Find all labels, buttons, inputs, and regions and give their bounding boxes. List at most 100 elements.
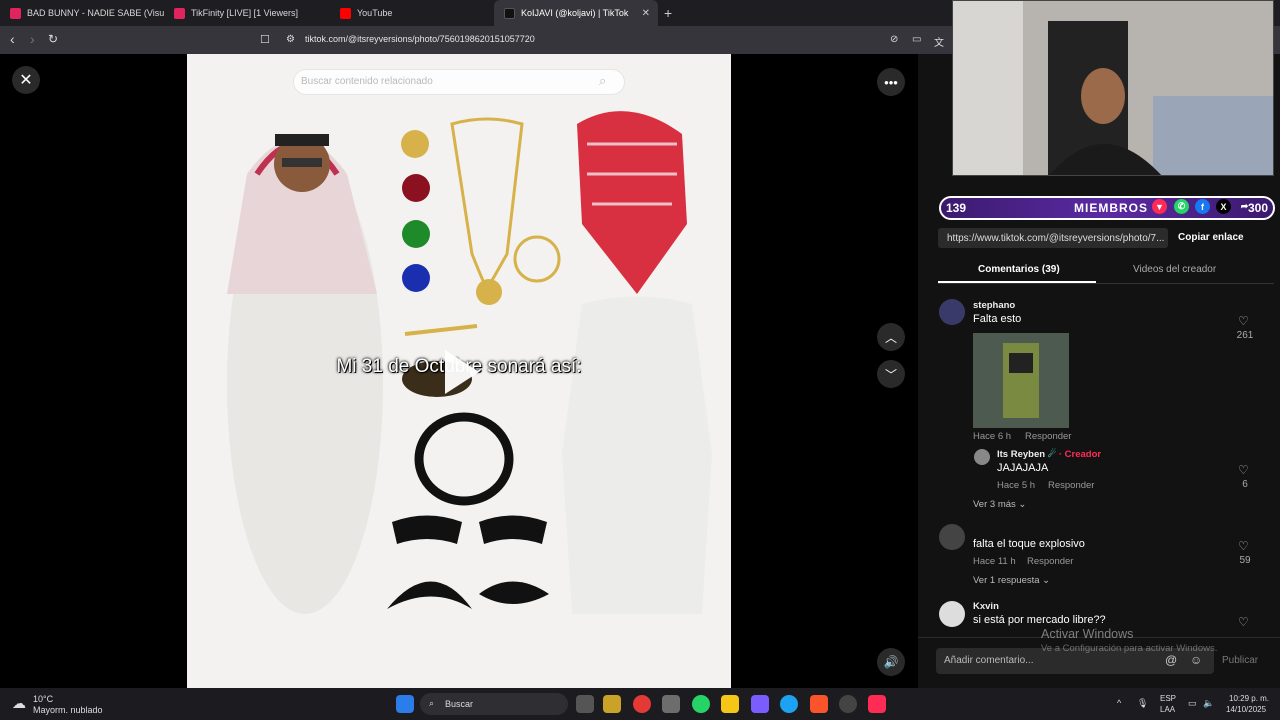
emoji-picker-icon[interactable]: ☺ bbox=[1190, 653, 1202, 667]
url-field[interactable]: tiktok.com/@itsreyversions/photo/7560198… bbox=[305, 34, 535, 44]
photo-post[interactable]: Buscar contenido relacionado ⌕ Mi 31 de … bbox=[187, 54, 731, 688]
webcam-overlay bbox=[952, 0, 1274, 176]
tikfinity-icon bbox=[174, 7, 185, 19]
avatar[interactable] bbox=[939, 299, 965, 325]
forward-icon[interactable]: › bbox=[30, 31, 35, 47]
back-icon[interactable]: ‹ bbox=[10, 31, 15, 47]
taskbar-search-label: Buscar bbox=[445, 699, 474, 709]
new-tab-button[interactable]: + bbox=[664, 5, 672, 21]
heart-icon[interactable]: ♡ bbox=[1238, 539, 1249, 553]
whatsapp-icon[interactable]: ✆ bbox=[1174, 199, 1189, 214]
avatar[interactable] bbox=[974, 449, 990, 465]
comment-time: Hace 11 h bbox=[973, 556, 1016, 567]
reply-button[interactable]: Responder bbox=[1027, 556, 1073, 567]
bookmark-icon[interactable]: ☐ bbox=[260, 33, 270, 46]
weather-desc[interactable]: Mayorm. nublado bbox=[33, 705, 103, 715]
close-icon[interactable]: ✕ bbox=[12, 66, 40, 94]
members-left-count: 139 bbox=[946, 201, 967, 215]
browser-tab-4[interactable]: KoIJAVI (@koljavi) | TikTok ✕ bbox=[494, 0, 658, 26]
tab-title: BAD BUNNY - NADIE SABE (Visualize bbox=[27, 8, 164, 18]
extension-icon[interactable]: ⊘ bbox=[890, 34, 898, 45]
reply-username[interactable]: Its Reyben ☄ · Creador bbox=[997, 449, 1101, 460]
like-count: 261 bbox=[1236, 330, 1254, 341]
view-more-label: Ver 3 más bbox=[973, 499, 1016, 510]
chevron-up-icon[interactable]: ^ bbox=[1117, 698, 1121, 708]
emoji-icon: ☄ bbox=[1047, 449, 1057, 460]
reply-text: JAJAJAJA bbox=[997, 462, 1049, 474]
settings-icon[interactable] bbox=[839, 695, 857, 713]
share-link-text: https://www.tiktok.com/@itsreyversions/p… bbox=[947, 233, 1165, 244]
volume-icon[interactable]: 🔊 bbox=[877, 648, 905, 676]
network-icon[interactable]: ▭ bbox=[1188, 698, 1197, 709]
file-explorer-icon[interactable] bbox=[721, 695, 739, 713]
clock-time[interactable]: 10:29 p. m. bbox=[1229, 694, 1269, 703]
close-tab-icon[interactable]: ✕ bbox=[642, 8, 650, 19]
task-view-icon[interactable] bbox=[576, 695, 594, 713]
comment-text: Falta esto bbox=[973, 313, 1022, 325]
whatsapp-taskbar-icon[interactable] bbox=[692, 695, 710, 713]
heart-icon[interactable]: ♡ bbox=[1238, 314, 1249, 328]
cast-icon[interactable]: ▭ bbox=[912, 34, 921, 45]
tab-comments[interactable]: Comentarios (39) bbox=[978, 264, 1060, 275]
site-info-icon[interactable]: ⚙ bbox=[286, 34, 295, 45]
weather-icon[interactable]: ☁ bbox=[12, 695, 26, 712]
browser-tab-3[interactable]: YouTube bbox=[330, 0, 494, 26]
tiktok-share-icon[interactable]: ▼ bbox=[1152, 199, 1167, 214]
comment-text: si está por mercado libre?? bbox=[973, 614, 1106, 626]
youtube-music-icon bbox=[10, 7, 21, 19]
weather-temp[interactable]: 10°C bbox=[33, 694, 53, 704]
tab-creator-videos[interactable]: Videos del creador bbox=[1133, 264, 1216, 275]
facebook-icon[interactable]: f bbox=[1195, 199, 1210, 214]
tab-title: TikFinity [LIVE] [1 Viewers] bbox=[191, 8, 299, 18]
view-more-replies[interactable]: Ver 3 más ⌄ bbox=[973, 499, 1026, 510]
edge-icon[interactable] bbox=[780, 695, 798, 713]
comment-input-placeholder: Añadir comentario... bbox=[944, 655, 1034, 666]
heart-icon[interactable]: ♡ bbox=[1238, 463, 1249, 477]
copy-link-button[interactable]: Copiar enlace bbox=[1178, 232, 1244, 243]
language-code[interactable]: ESP bbox=[1160, 694, 1176, 703]
browser-tab-2[interactable]: TikFinity [LIVE] [1 Viewers] bbox=[164, 0, 330, 26]
taskbar-search[interactable] bbox=[420, 693, 568, 715]
previous-video-button[interactable]: ︿ bbox=[877, 323, 905, 351]
webcam-image bbox=[953, 1, 1273, 175]
microphone-icon[interactable]: 🎙 bbox=[1137, 698, 1148, 709]
volume-tray-icon[interactable]: 🔈 bbox=[1203, 698, 1214, 709]
avatar[interactable] bbox=[939, 524, 965, 550]
clock-date[interactable]: 14/10/2025 bbox=[1226, 705, 1266, 714]
store-icon[interactable] bbox=[603, 695, 621, 713]
avatar[interactable] bbox=[939, 601, 965, 627]
tiktok-icon bbox=[504, 7, 515, 19]
start-icon[interactable] bbox=[396, 695, 414, 713]
mention-icon[interactable]: @ bbox=[1165, 653, 1177, 667]
publish-button[interactable]: Publicar bbox=[1222, 655, 1258, 666]
chrome-icon[interactable] bbox=[633, 695, 651, 713]
x-icon[interactable]: X bbox=[1216, 199, 1231, 214]
brave-icon[interactable] bbox=[810, 695, 828, 713]
browser-tab-1[interactable]: BAD BUNNY - NADIE SABE (Visualize bbox=[0, 0, 164, 26]
language-layout[interactable]: LAA bbox=[1160, 705, 1175, 714]
comment-image[interactable] bbox=[973, 333, 1069, 428]
reply-button[interactable]: Responder bbox=[1025, 431, 1071, 442]
next-video-button[interactable]: ﹀ bbox=[877, 360, 905, 388]
activation-watermark: Activar Windows bbox=[1041, 627, 1134, 641]
like-count: 6 bbox=[1242, 479, 1248, 490]
tiktok-taskbar-icon[interactable] bbox=[868, 695, 886, 713]
search-icon: ⌕ bbox=[429, 698, 435, 708]
youtube-icon bbox=[340, 7, 351, 19]
like-count: 59 bbox=[1239, 555, 1251, 566]
view-replies[interactable]: Ver 1 respuesta ⌄ bbox=[973, 575, 1050, 586]
reply-button[interactable]: Responder bbox=[1048, 480, 1094, 491]
tab-title: YouTube bbox=[357, 8, 393, 18]
heart-icon[interactable]: ♡ bbox=[1238, 615, 1249, 629]
comment-username[interactable]: Kxvin bbox=[973, 601, 999, 612]
more-options-button[interactable]: ••• bbox=[877, 68, 905, 96]
translate-icon[interactable]: 文 bbox=[934, 34, 944, 49]
reload-icon[interactable]: ↻ bbox=[48, 32, 58, 46]
copilot-icon[interactable] bbox=[751, 695, 769, 713]
play-icon[interactable] bbox=[445, 350, 479, 394]
share-arrow-icon[interactable]: ➦ bbox=[1237, 199, 1252, 214]
app-icon[interactable] bbox=[662, 695, 680, 713]
comment-username[interactable]: stephano bbox=[973, 300, 1015, 311]
creator-badge: · Creador bbox=[1058, 449, 1102, 460]
view-replies-label: Ver 1 respuesta bbox=[973, 575, 1040, 586]
